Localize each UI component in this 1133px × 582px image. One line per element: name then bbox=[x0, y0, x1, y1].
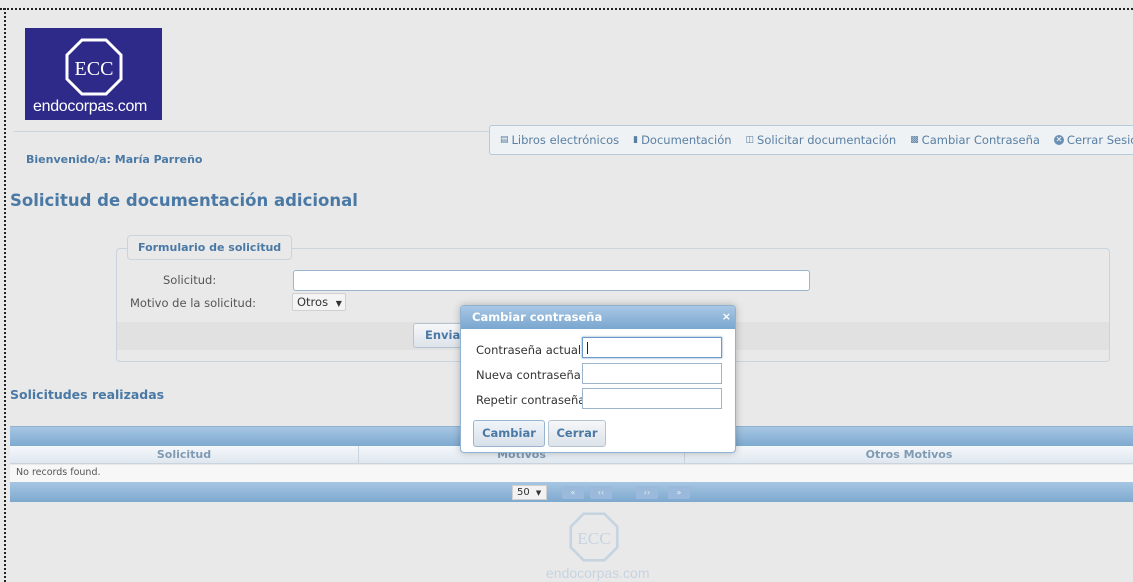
new-password-input[interactable] bbox=[582, 363, 722, 384]
repeat-password-label: Repetir contraseña bbox=[476, 393, 586, 407]
nav-label: Libros electrónicos bbox=[511, 133, 620, 147]
chevron-down-icon: ▼ bbox=[335, 299, 342, 308]
nav-cerrar-sesion[interactable]: ✕ Cerrar Sesión bbox=[1053, 133, 1133, 147]
nav-label: Cerrar Sesión bbox=[1066, 133, 1133, 147]
column-header-otros-motivos[interactable]: Otros Motivos bbox=[685, 446, 1133, 463]
motivo-select-value: Otros bbox=[297, 295, 329, 309]
solicitud-label: Solicitud: bbox=[163, 273, 217, 287]
empty-grid-message: No records found. bbox=[10, 465, 1133, 482]
page-title: Solicitud de documentación adicional bbox=[10, 191, 358, 210]
first-page-button[interactable]: « bbox=[562, 486, 584, 499]
current-password-label: Contraseña actual: bbox=[476, 343, 585, 357]
requests-section-title: Solicitudes realizadas bbox=[10, 387, 165, 402]
lock-icon: ▩ bbox=[910, 135, 919, 145]
nav-documentacion[interactable]: ▮ Documentación bbox=[633, 133, 731, 147]
column-header-solicitud[interactable]: Solicitud bbox=[10, 446, 359, 463]
watermark-text: endocorpas.com bbox=[546, 565, 650, 581]
nav-solicitar-documentacion[interactable]: ◫ Solicitar documentación bbox=[746, 133, 897, 147]
footer-watermark-logo: ECC endocorpas.com bbox=[544, 510, 650, 582]
site-logo[interactable]: ECC endocorpas.com bbox=[25, 28, 162, 120]
page-size-value: 50 bbox=[517, 487, 530, 498]
current-password-input[interactable] bbox=[582, 337, 722, 358]
request-document-icon: ◫ bbox=[745, 135, 755, 145]
motivo-select[interactable]: Otros ▼ bbox=[292, 293, 346, 311]
ecc-emblem-icon: ECC bbox=[65, 38, 123, 96]
close-circle-icon: ✕ bbox=[1053, 135, 1064, 145]
close-dialog-button[interactable]: Cerrar bbox=[548, 420, 606, 447]
dialog-title: Cambiar contraseña bbox=[461, 306, 735, 329]
logo-text: endocorpas.com bbox=[33, 98, 148, 115]
last-page-button[interactable]: » bbox=[668, 486, 690, 499]
text-caret bbox=[587, 342, 588, 354]
repeat-password-input[interactable] bbox=[582, 388, 722, 409]
chevron-down-icon: ▼ bbox=[535, 489, 542, 497]
welcome-text: Bienvenido/a: María Parreño bbox=[26, 153, 203, 166]
header-divider bbox=[14, 131, 489, 132]
top-navigation: ▤ Libros electrónicos ▮ Documentación ◫ … bbox=[489, 125, 1133, 155]
svg-text:ECC: ECC bbox=[577, 529, 611, 548]
document-icon: ▮ bbox=[633, 135, 639, 145]
nav-cambiar-contrasena[interactable]: ▩ Cambiar Contraseña bbox=[910, 133, 1040, 147]
dotted-border-top bbox=[0, 8, 1133, 10]
book-icon: ▤ bbox=[500, 135, 509, 145]
previous-page-button[interactable]: ‹‹ bbox=[590, 486, 612, 499]
change-password-dialog: Cambiar contraseña × Contraseña actual: … bbox=[460, 305, 736, 453]
nav-label: Solicitar documentación bbox=[757, 133, 897, 147]
svg-text:ECC: ECC bbox=[75, 58, 114, 80]
ecc-emblem-icon: ECC bbox=[569, 512, 619, 562]
form-legend: Formulario de solicitud bbox=[127, 235, 293, 260]
close-icon[interactable]: × bbox=[722, 310, 731, 323]
next-page-button[interactable]: ›› bbox=[636, 486, 658, 499]
motivo-label: Motivo de la solicitud: bbox=[130, 296, 256, 310]
new-password-label: Nueva contraseña bbox=[476, 368, 581, 382]
nav-libros-electronicos[interactable]: ▤ Libros electrónicos bbox=[500, 133, 619, 147]
nav-label: Cambiar Contraseña bbox=[921, 133, 1040, 147]
change-password-button[interactable]: Cambiar bbox=[473, 420, 545, 447]
nav-label: Documentación bbox=[641, 133, 732, 147]
dotted-border-left bbox=[4, 8, 6, 582]
solicitud-input[interactable] bbox=[293, 270, 810, 291]
page-size-select[interactable]: 50 ▼ bbox=[512, 485, 547, 500]
